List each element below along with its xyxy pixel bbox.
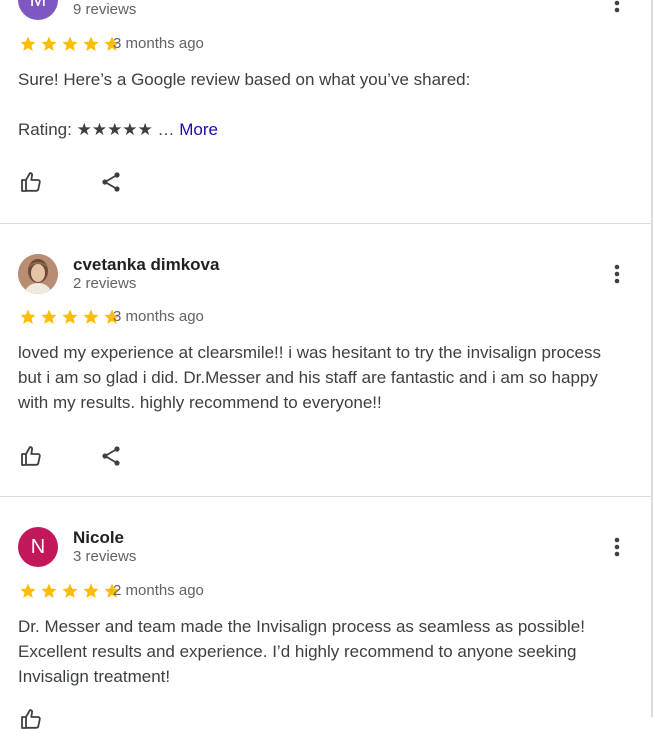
- reviewer-review-count[interactable]: 2 reviews: [73, 275, 136, 292]
- divider: [0, 496, 651, 497]
- review-date: 3 months ago: [113, 35, 204, 52]
- like-button[interactable]: [17, 442, 45, 470]
- reviewer-name[interactable]: cvetanka dimkova: [73, 255, 219, 275]
- star-icon: [20, 309, 36, 324]
- avatar[interactable]: [18, 254, 58, 294]
- review-date: 2 months ago: [113, 582, 204, 599]
- like-button[interactable]: [17, 705, 45, 733]
- like-button[interactable]: [17, 168, 45, 196]
- divider: [0, 223, 651, 224]
- review-rating-text: Rating: ★★★★★ …: [18, 120, 175, 139]
- avatar-initial: M: [30, 0, 47, 12]
- review-text-line: Sure! Here’s a Google review based on wh…: [18, 70, 471, 89]
- review-text: Sure! Here’s a Google review based on wh…: [18, 67, 628, 142]
- star-icon: [62, 309, 78, 324]
- reviewer-review-count[interactable]: 3 reviews: [73, 548, 136, 565]
- share-icon: [102, 172, 120, 192]
- star-rating: [18, 582, 122, 600]
- review-date: 3 months ago: [113, 308, 204, 325]
- star-icon: [62, 36, 78, 51]
- star-icon: [41, 583, 57, 598]
- review-text: Dr. Messer and team made the Invisalign …: [18, 617, 585, 686]
- star-rating: [18, 35, 122, 53]
- star-icon: [83, 309, 99, 324]
- share-button[interactable]: [97, 168, 125, 196]
- review-text-line: Rating: ★★★★★ … More: [18, 117, 628, 142]
- review-text: loved my experience at clearsmile!! i wa…: [18, 343, 601, 412]
- star-rating: [18, 308, 122, 326]
- more-vert-icon[interactable]: [606, 536, 628, 558]
- thumb-up-icon: [21, 172, 41, 192]
- avatar[interactable]: N: [18, 527, 58, 567]
- more-link[interactable]: More: [179, 120, 218, 139]
- avatar-initial: N: [30, 535, 46, 558]
- star-icon: [83, 583, 99, 598]
- star-icon: [83, 36, 99, 51]
- reviewer-review-count[interactable]: 9 reviews: [73, 1, 136, 18]
- more-vert-icon[interactable]: [606, 263, 628, 285]
- profile-photo: [18, 254, 58, 294]
- star-icon: [20, 36, 36, 51]
- star-icon: [41, 36, 57, 51]
- more-vert-icon[interactable]: [606, 0, 628, 14]
- star-icon: [62, 583, 78, 598]
- share-icon: [102, 446, 120, 466]
- star-icon: [20, 583, 36, 598]
- thumb-up-icon: [21, 709, 41, 729]
- avatar[interactable]: M: [18, 0, 58, 20]
- reviewer-name[interactable]: Nicole: [73, 528, 124, 548]
- thumb-up-icon: [21, 446, 41, 466]
- star-icon: [41, 309, 57, 324]
- share-button[interactable]: [97, 442, 125, 470]
